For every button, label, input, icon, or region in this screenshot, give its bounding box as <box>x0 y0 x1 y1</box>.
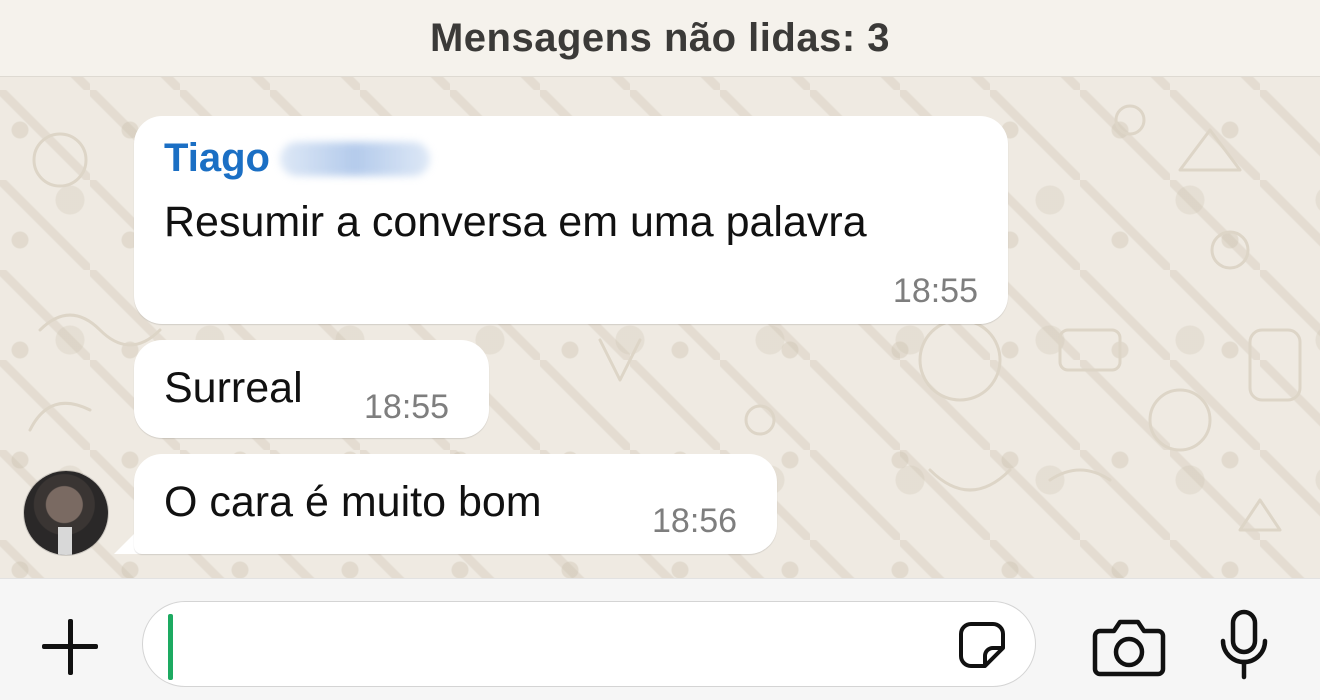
message-bubble[interactable]: Tiago Resumir a conversa em uma palavra … <box>134 116 1008 324</box>
microphone-icon[interactable] <box>1218 609 1270 681</box>
message-input[interactable] <box>142 601 1036 687</box>
message-text: Surreal <box>164 364 303 412</box>
message-bubble[interactable]: O cara é muito bom 18:56 <box>134 454 777 554</box>
sender-last-name-redacted <box>279 141 430 176</box>
camera-icon[interactable] <box>1092 617 1166 677</box>
sender-name[interactable]: Tiago <box>164 136 430 181</box>
message-timestamp: 18:55 <box>364 388 450 426</box>
sender-first-name: Tiago <box>164 136 270 180</box>
attach-plus-icon[interactable] <box>36 613 104 681</box>
unread-messages-banner: Mensagens não lidas: 3 <box>0 0 1320 77</box>
text-caret <box>168 614 173 680</box>
message-text: Resumir a conversa em uma palavra <box>164 198 867 246</box>
composer-bar <box>0 578 1320 700</box>
message-timestamp: 18:55 <box>892 272 978 310</box>
message-bubble[interactable]: Surreal 18:55 <box>134 340 489 438</box>
message-timestamp: 18:56 <box>652 502 738 540</box>
sender-avatar[interactable] <box>24 471 108 555</box>
unread-messages-label: Mensagens não lidas: 3 <box>429 15 891 60</box>
message-text: O cara é muito bom <box>164 478 542 526</box>
sticker-icon[interactable] <box>957 620 1007 670</box>
